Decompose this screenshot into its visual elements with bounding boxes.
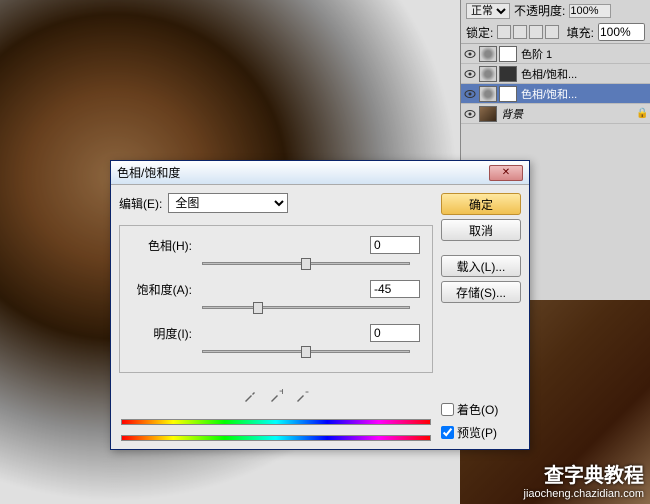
layer-name: 色相/饱和... (519, 66, 648, 82)
lock-all-icon[interactable] (545, 25, 559, 39)
saturation-label: 饱和度(A): (132, 281, 192, 298)
edit-label: 编辑(E): (119, 195, 162, 212)
adjustment-thumb (479, 86, 497, 102)
layer-row[interactable]: 色阶 1 (461, 44, 650, 64)
eyedropper-minus-icon[interactable]: - (293, 387, 311, 405)
svg-text:+: + (279, 389, 283, 398)
layer-row[interactable]: 背景 🔒 (461, 104, 650, 124)
visibility-toggle[interactable] (463, 87, 477, 101)
save-button[interactable]: 存储(S)... (441, 281, 521, 303)
eyedropper-group: + - (119, 387, 433, 405)
hue-spectrum-bar-output (121, 435, 431, 441)
layer-row[interactable]: 色相/饱和... (461, 64, 650, 84)
hue-spectrum-bar (121, 419, 431, 425)
eyedropper-icon[interactable] (241, 387, 259, 405)
preview-label: 预览(P) (457, 424, 497, 441)
lock-icon: 🔒 (636, 108, 648, 119)
lightness-label: 明度(I): (132, 325, 192, 342)
load-button[interactable]: 载入(L)... (441, 255, 521, 277)
hue-input[interactable] (370, 236, 420, 254)
dialog-titlebar[interactable]: 色相/饱和度 ✕ (111, 161, 529, 185)
mask-thumb (499, 86, 517, 102)
lock-transparent-icon[interactable] (497, 25, 511, 39)
lock-position-icon[interactable] (529, 25, 543, 39)
hue-saturation-dialog: 色相/饱和度 ✕ 编辑(E): 全图 色相(H): 饱和 (110, 160, 530, 450)
colorize-checkbox[interactable] (441, 403, 454, 416)
blend-mode-select[interactable]: 正常 (466, 3, 510, 19)
visibility-toggle[interactable] (463, 107, 477, 121)
edit-select[interactable]: 全图 (168, 193, 288, 213)
layer-options-bar: 正常 不透明度: (461, 0, 650, 21)
dialog-title: 色相/饱和度 (117, 164, 489, 181)
opacity-input[interactable] (569, 4, 611, 18)
eyedropper-plus-icon[interactable]: + (267, 387, 285, 405)
layer-name: 背景 (499, 106, 634, 122)
hue-label: 色相(H): (132, 237, 192, 254)
layer-name: 色阶 1 (519, 46, 648, 62)
mask-thumb (499, 46, 517, 62)
lightness-input[interactable] (370, 324, 420, 342)
saturation-input[interactable] (370, 280, 420, 298)
saturation-slider[interactable] (202, 300, 410, 316)
lock-label: 锁定: (466, 24, 493, 41)
colorize-label: 着色(O) (457, 401, 498, 418)
adjustment-thumb (479, 66, 497, 82)
lightness-slider[interactable] (202, 344, 410, 360)
opacity-label: 不透明度: (514, 2, 565, 19)
hue-slider[interactable] (202, 256, 410, 272)
layer-name: 色相/饱和... (519, 86, 648, 102)
lock-image-icon[interactable] (513, 25, 527, 39)
mask-thumb (499, 66, 517, 82)
fill-input[interactable] (598, 23, 645, 41)
layer-thumb (479, 106, 497, 122)
visibility-toggle[interactable] (463, 47, 477, 61)
adjustment-thumb (479, 46, 497, 62)
preview-checkbox[interactable] (441, 426, 454, 439)
fill-label: 填充: (567, 24, 594, 41)
sliders-group: 色相(H): 饱和度(A): 明度(I): (119, 225, 433, 373)
lock-bar: 锁定: 填充: (461, 21, 650, 44)
close-button[interactable]: ✕ (489, 165, 523, 181)
ok-button[interactable]: 确定 (441, 193, 521, 215)
layer-row[interactable]: 色相/饱和... (461, 84, 650, 104)
cancel-button[interactable]: 取消 (441, 219, 521, 241)
svg-text:-: - (305, 389, 309, 398)
visibility-toggle[interactable] (463, 67, 477, 81)
